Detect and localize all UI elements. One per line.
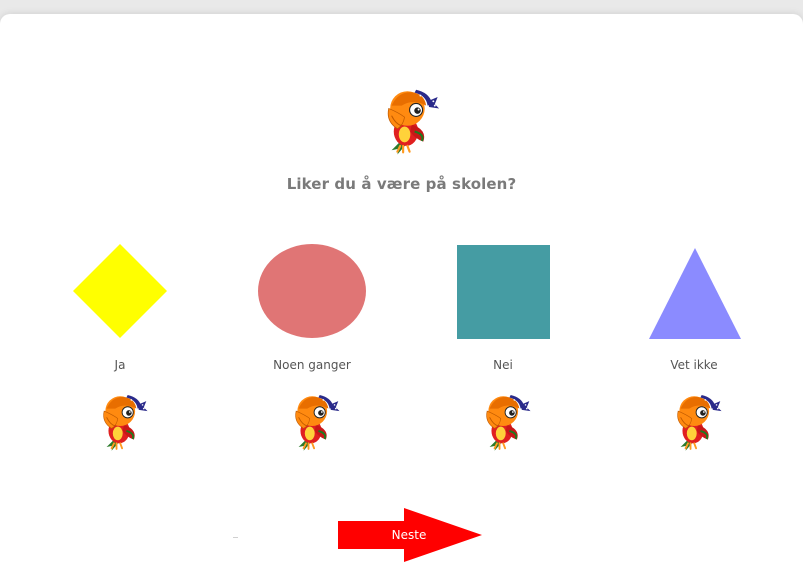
parrot-icon[interactable]	[471, 390, 533, 452]
option-nei[interactable]	[428, 242, 578, 352]
parrot-icon[interactable]	[662, 390, 724, 452]
option-ja[interactable]	[45, 242, 195, 352]
triangle-icon	[649, 248, 741, 339]
option-noen-ganger[interactable]	[237, 242, 387, 352]
square-icon	[457, 245, 550, 339]
option-label-noen-ganger[interactable]: Noen ganger	[232, 358, 392, 372]
option-label-vet-ikke[interactable]: Vet ikke	[614, 358, 774, 372]
next-button[interactable]: Neste	[338, 508, 482, 562]
quiz-card: Liker du å være på skolen? Ja Noen gange…	[0, 14, 803, 583]
triangle-shape	[649, 248, 741, 339]
parrot-icon	[370, 84, 442, 156]
diamond-icon	[73, 244, 167, 338]
square-shape	[457, 245, 550, 339]
diamond-shape	[73, 244, 167, 338]
divider-dot	[233, 537, 238, 538]
question-text: Liker du å være på skolen?	[286, 175, 517, 193]
option-label-nei[interactable]: Nei	[423, 358, 583, 372]
option-label-ja[interactable]: Ja	[40, 358, 200, 372]
circle-shape	[258, 244, 366, 338]
parrot-icon[interactable]	[280, 390, 342, 452]
next-button-label: Neste	[391, 528, 427, 542]
parrot-icon[interactable]	[88, 390, 150, 452]
option-vet-ikke[interactable]	[620, 242, 770, 352]
circle-icon	[258, 244, 366, 338]
